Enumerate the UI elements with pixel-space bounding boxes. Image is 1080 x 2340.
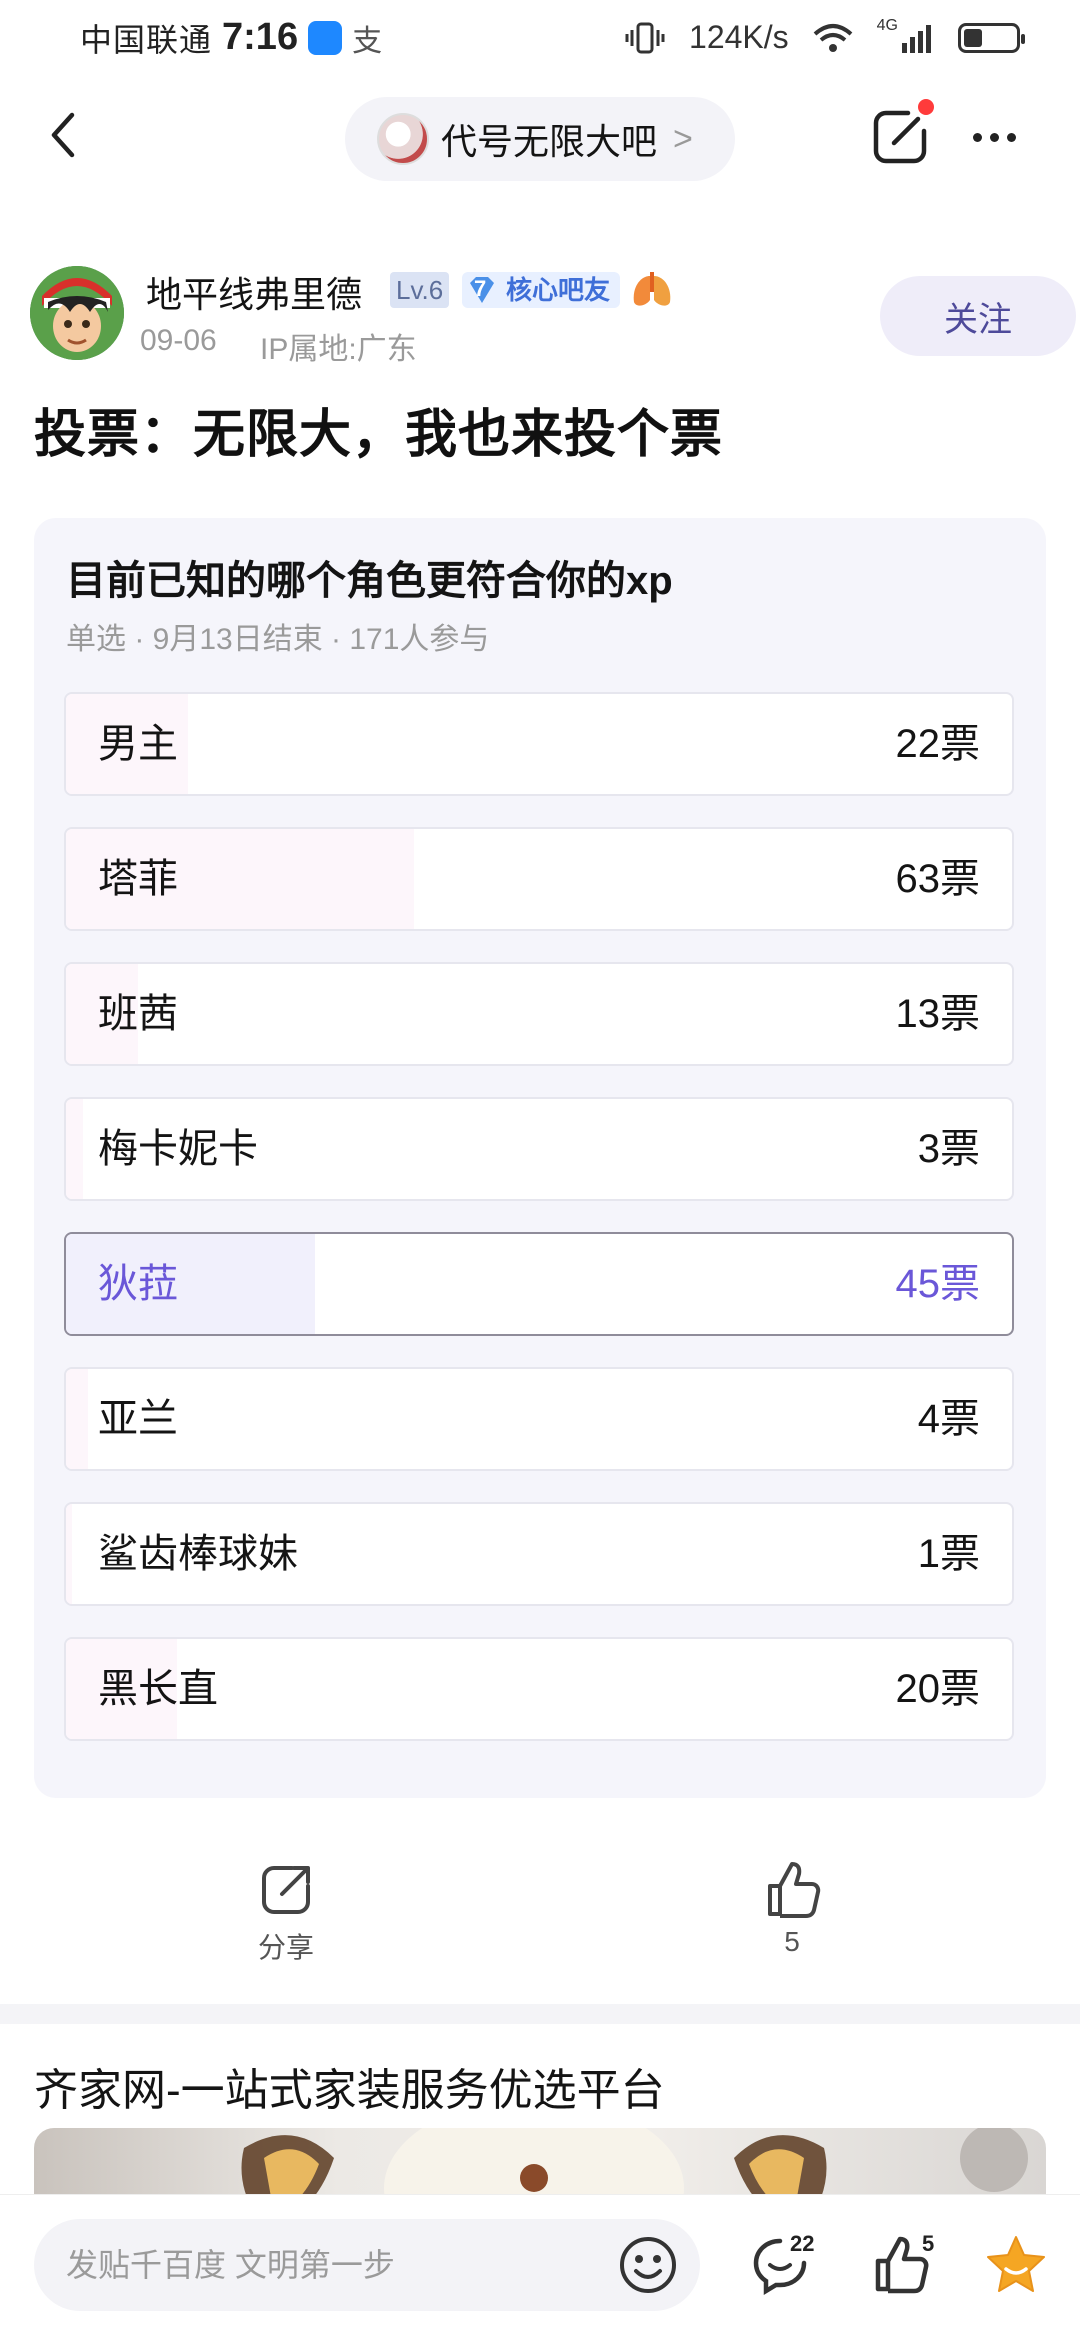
vote-option-count: 4票: [917, 1397, 980, 1441]
share-label: 分享: [257, 1932, 314, 1963]
share-button[interactable]: 分享: [206, 1858, 366, 1966]
emoji-icon[interactable]: [616, 2233, 680, 2297]
level-badge: Lv.6: [390, 272, 450, 308]
vote-option-count: 45票: [895, 1262, 981, 1306]
like-count: 5: [784, 1926, 800, 1957]
top-navigation: 代号无限大吧 >: [0, 85, 1080, 195]
vote-option-label: 男主: [98, 722, 178, 766]
vote-option-count: 1票: [917, 1532, 980, 1576]
vote-option[interactable]: 狄菈 45票: [64, 1232, 1014, 1336]
network-type: 4G: [876, 16, 898, 34]
vote-option[interactable]: 黑长直 20票: [64, 1637, 1014, 1741]
core-member-badge: 7 核心吧友: [462, 272, 621, 308]
like-count-bottom: 5: [922, 2231, 935, 2256]
vote-option[interactable]: 梅卡妮卡 3票: [64, 1097, 1014, 1201]
vote-option-label: 亚兰: [98, 1397, 178, 1441]
vote-question: 目前已知的哪个角色更符合你的xp: [66, 559, 673, 603]
battery-icon: [958, 22, 1025, 53]
author-name[interactable]: 地平线弗里德: [146, 266, 362, 318]
post-date: 09-06: [140, 324, 217, 357]
core-level: 7: [474, 276, 487, 301]
vote-option-label: 班茜: [98, 992, 178, 1036]
forum-link[interactable]: 代号无限大吧 >: [345, 97, 735, 181]
vote-option[interactable]: 男主 22票: [64, 692, 1014, 796]
comment-input[interactable]: 发贴千百度 文明第一步: [34, 2219, 700, 2311]
clock: 7:16: [222, 16, 299, 58]
vote-meta: 单选 · 9月13日结束 · 171人参与: [66, 623, 490, 656]
vote-option-label: 黑长直: [98, 1667, 218, 1711]
vote-option-count: 20票: [895, 1667, 981, 1711]
vote-option-bar: [66, 1504, 72, 1604]
author-row: 地平线弗里德 Lv.6 7 核心吧友 09-06 IP属地:广东 关注: [30, 262, 1076, 372]
core-badge-label: 核心吧友: [506, 275, 611, 305]
vote-option-label: 狄菈: [98, 1262, 178, 1306]
carrier-name: 中国联通: [80, 21, 213, 58]
vote-option[interactable]: 鲨齿棒球妹 1票: [64, 1502, 1014, 1606]
signal-icon: [902, 24, 931, 53]
status-bar: 中国联通 7:16 支 124K/s 4G: [0, 0, 1080, 75]
vote-option[interactable]: 亚兰 4票: [64, 1367, 1014, 1471]
vote-option-bar: [66, 1369, 88, 1469]
wifi-icon: [813, 23, 852, 52]
alipay-icon: 支: [352, 24, 383, 58]
edit-post-icon[interactable]: [868, 105, 932, 169]
vote-option-count: 22票: [895, 722, 981, 766]
lungs-icon: [633, 272, 671, 306]
like-button[interactable]: 5: [712, 1858, 872, 1958]
vote-option[interactable]: 班茜 13票: [64, 962, 1014, 1066]
section-divider: [0, 2004, 1080, 2024]
vote-option-count: 63票: [895, 857, 981, 901]
status-right: 124K/s 4G: [625, 16, 1025, 56]
weather-app-icon: [308, 20, 343, 55]
vote-option-count: 13票: [895, 992, 981, 1036]
share-icon: [262, 1866, 310, 1914]
vote-option-label: 梅卡妮卡: [98, 1127, 258, 1171]
vibrate-icon: [625, 22, 665, 53]
vote-option-label: 鲨齿棒球妹: [98, 1532, 298, 1576]
vote-option-count: 3票: [917, 1127, 980, 1171]
vote-option-bar: [66, 1099, 84, 1199]
forum-name: 代号无限大吧: [441, 121, 658, 162]
vote-option-label: 塔菲: [98, 857, 178, 901]
follow-button[interactable]: 关注: [880, 276, 1076, 356]
network-speed: 124K/s: [689, 19, 789, 55]
notification-dot: [918, 99, 934, 115]
back-icon[interactable]: [38, 107, 94, 163]
status-left: 中国联通 7:16 支: [80, 15, 382, 61]
more-options-button[interactable]: [962, 105, 1026, 169]
vote-card: 目前已知的哪个角色更符合你的xp 单选 · 9月13日结束 · 171人参与 男…: [34, 518, 1046, 1798]
vote-option[interactable]: 塔菲 63票: [64, 827, 1014, 931]
ip-location: IP属地:广东: [260, 333, 417, 366]
comment-count: 22: [790, 2231, 815, 2256]
chevron-right-icon: >: [673, 119, 693, 158]
author-avatar[interactable]: [30, 266, 124, 360]
favorite-star-icon[interactable]: [984, 2233, 1048, 2297]
forum-avatar: [377, 113, 429, 165]
bottom-bar: 发贴千百度 文明第一步 22 5: [0, 2194, 1080, 2340]
post-title: 投票：无限大，我也来投个票: [34, 406, 724, 464]
thumbs-up-icon: [768, 1862, 821, 1918]
ad-title[interactable]: 齐家网-一站式家装服务优选平台: [34, 2054, 665, 2118]
